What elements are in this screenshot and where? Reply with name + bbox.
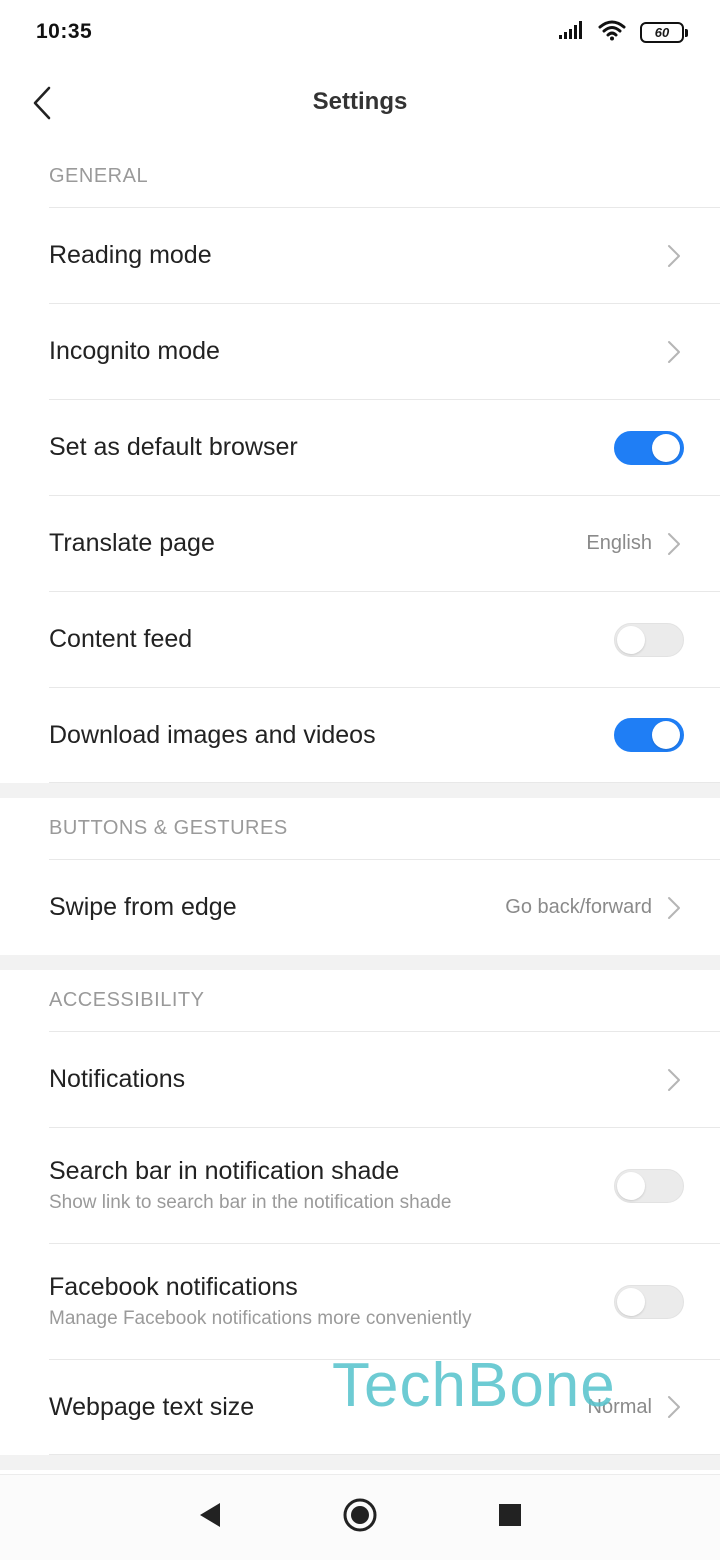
chevron-right-icon bbox=[666, 243, 684, 269]
triangle-back-icon bbox=[198, 1502, 222, 1533]
row-title: Reading mode bbox=[49, 241, 212, 269]
search-bar-row: Search bar in notification shade Show li… bbox=[49, 1127, 720, 1243]
section-general: GENERAL Reading mode Incognito mode Set … bbox=[0, 146, 720, 783]
battery-icon: 60 bbox=[640, 21, 688, 43]
row-title: Notifications bbox=[49, 1065, 186, 1093]
circle-home-icon bbox=[342, 1497, 378, 1538]
row-title: Swipe from edge bbox=[49, 893, 237, 921]
section-header: ACCESSIBILITY bbox=[49, 989, 205, 1011]
default-browser-toggle[interactable] bbox=[614, 430, 684, 465]
chevron-right-icon bbox=[666, 531, 684, 557]
toggle-knob bbox=[617, 1171, 645, 1200]
section-buttons-gestures: BUTTONS & GESTURES Swipe from edge Go ba… bbox=[0, 798, 720, 955]
chevron-right-icon bbox=[666, 895, 684, 921]
status-icons: 60 bbox=[558, 19, 688, 46]
toggle-knob bbox=[617, 1287, 645, 1316]
toggle-knob bbox=[652, 721, 680, 749]
content-feed-row: Content feed bbox=[49, 591, 720, 687]
status-bar: 10:35 60 bbox=[0, 0, 720, 64]
row-title: Incognito mode bbox=[49, 337, 220, 365]
content-feed-toggle[interactable] bbox=[614, 622, 684, 657]
signal-icon bbox=[558, 20, 584, 45]
page-title: Settings bbox=[312, 88, 408, 115]
facebook-notifications-toggle[interactable] bbox=[614, 1284, 684, 1319]
download-media-row: Download images and videos bbox=[49, 687, 720, 783]
search-bar-toggle[interactable] bbox=[614, 1168, 684, 1203]
facebook-notifications-row: Facebook notifications Manage Facebook n… bbox=[49, 1243, 720, 1359]
section-header: BUTTONS & GESTURES bbox=[49, 817, 288, 839]
toggle-knob bbox=[617, 625, 645, 654]
row-title: Search bar in notification shade bbox=[49, 1157, 400, 1185]
incognito-mode-row[interactable]: Incognito mode bbox=[49, 303, 720, 399]
translate-page-value: English bbox=[586, 532, 652, 554]
section-divider bbox=[0, 955, 720, 970]
section-divider bbox=[0, 1455, 720, 1470]
chevron-right-icon bbox=[666, 1394, 684, 1420]
download-media-toggle[interactable] bbox=[614, 718, 684, 752]
row-title: Set as default browser bbox=[49, 433, 298, 461]
nav-home-button[interactable] bbox=[340, 1498, 380, 1538]
status-time: 10:35 bbox=[36, 20, 93, 43]
swipe-from-edge-value: Go back/forward bbox=[505, 896, 652, 918]
system-nav-bar bbox=[0, 1474, 720, 1560]
toggle-knob bbox=[652, 433, 680, 462]
square-recents-icon bbox=[498, 1503, 522, 1532]
section-header: GENERAL bbox=[49, 165, 149, 187]
row-title: Content feed bbox=[49, 625, 193, 653]
chevron-right-icon bbox=[666, 339, 684, 365]
nav-back-button[interactable] bbox=[190, 1498, 230, 1538]
row-title: Download images and videos bbox=[49, 720, 376, 749]
wifi-icon bbox=[598, 19, 626, 46]
section-divider bbox=[0, 783, 720, 798]
default-browser-row: Set as default browser bbox=[49, 399, 720, 495]
row-subtitle: Manage Facebook notifications more conve… bbox=[49, 1308, 472, 1329]
translate-page-row[interactable]: Translate page English bbox=[49, 495, 720, 591]
settings-list: GENERAL Reading mode Incognito mode Set … bbox=[0, 146, 720, 1470]
row-title: Webpage text size bbox=[49, 1392, 255, 1421]
watermark-logo: TechBone bbox=[332, 1351, 616, 1420]
reading-mode-row[interactable]: Reading mode bbox=[49, 207, 720, 303]
battery-level: 60 bbox=[654, 24, 670, 40]
nav-recents-button[interactable] bbox=[490, 1498, 530, 1538]
swipe-from-edge-row[interactable]: Swipe from edge Go back/forward bbox=[49, 859, 720, 955]
row-title: Facebook notifications bbox=[49, 1273, 298, 1301]
notifications-row[interactable]: Notifications bbox=[49, 1031, 720, 1127]
app-bar: Settings bbox=[0, 64, 720, 146]
row-subtitle: Show link to search bar in the notificat… bbox=[49, 1192, 452, 1213]
chevron-right-icon bbox=[666, 1067, 684, 1093]
row-title: Translate page bbox=[49, 529, 215, 557]
